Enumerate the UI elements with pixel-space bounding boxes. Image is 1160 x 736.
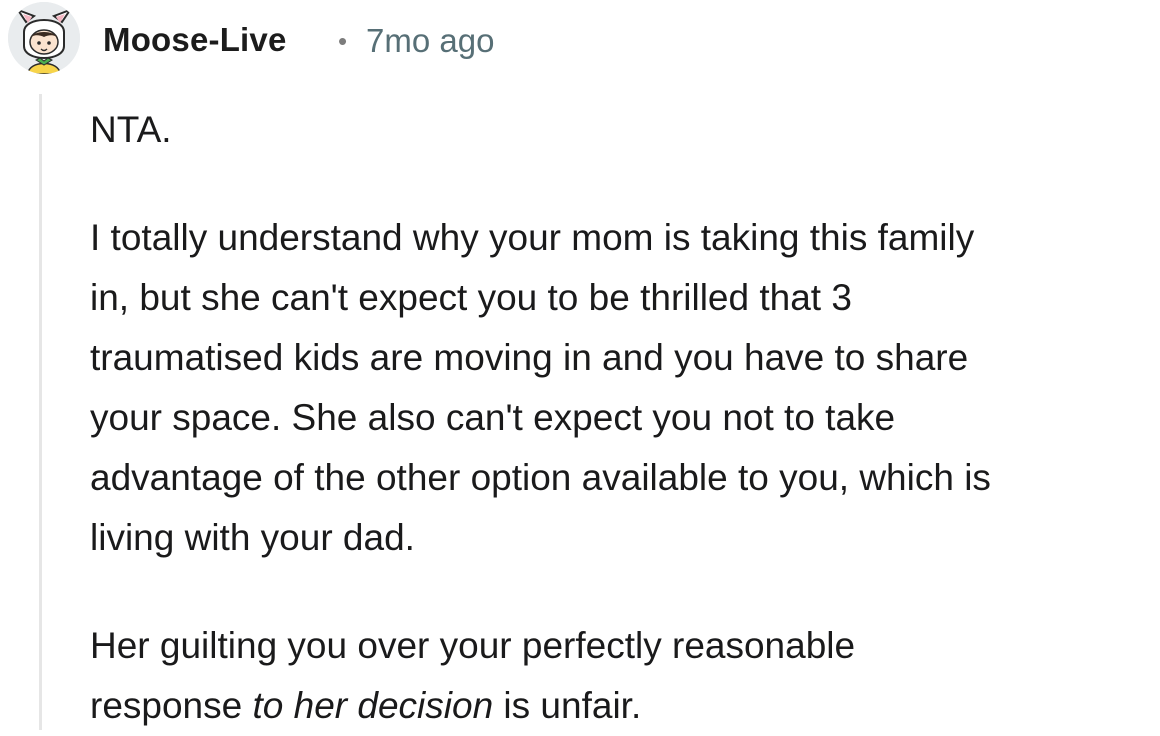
comment-header: Moose-Live • 7mo ago bbox=[0, 0, 1160, 80]
paragraph-line: living with your dad. bbox=[90, 517, 415, 558]
thread-line[interactable] bbox=[39, 94, 42, 730]
comment-paragraph-1: NTA. bbox=[90, 109, 172, 150]
paragraph-line: your space. She also can't expect you no… bbox=[90, 397, 896, 438]
italic-emphasis: to her decision bbox=[252, 685, 494, 726]
comment-timestamp[interactable]: 7mo ago bbox=[366, 20, 494, 62]
paragraph-line: Her guilting you over your perfectly rea… bbox=[90, 625, 856, 666]
paragraph-line: response to her decision is unfair. bbox=[90, 676, 1158, 736]
comment: Moose-Live • 7mo ago NTA. I totally unde… bbox=[0, 0, 1160, 730]
text-segment: response bbox=[90, 685, 253, 726]
snoo-avatar-icon bbox=[8, 2, 80, 74]
comment-paragraph-2: I totally understand why your mom is tak… bbox=[90, 208, 1158, 568]
paragraph-line: in, but she can't expect you to be thril… bbox=[90, 277, 852, 318]
avatar[interactable] bbox=[8, 2, 80, 74]
text-segment: is unfair. bbox=[493, 685, 642, 726]
meta-separator: • bbox=[338, 26, 348, 56]
paragraph-line: I totally understand why your mom is tak… bbox=[90, 217, 975, 258]
paragraph-line: traumatised kids are moving in and you h… bbox=[90, 337, 969, 378]
author-username[interactable]: Moose-Live bbox=[103, 20, 287, 60]
paragraph-line: advantage of the other option available … bbox=[90, 457, 991, 498]
comment-paragraph-3: Her guilting you over your perfectly rea… bbox=[90, 616, 1158, 736]
comment-body: NTA. I totally understand why your mom i… bbox=[90, 100, 1158, 736]
